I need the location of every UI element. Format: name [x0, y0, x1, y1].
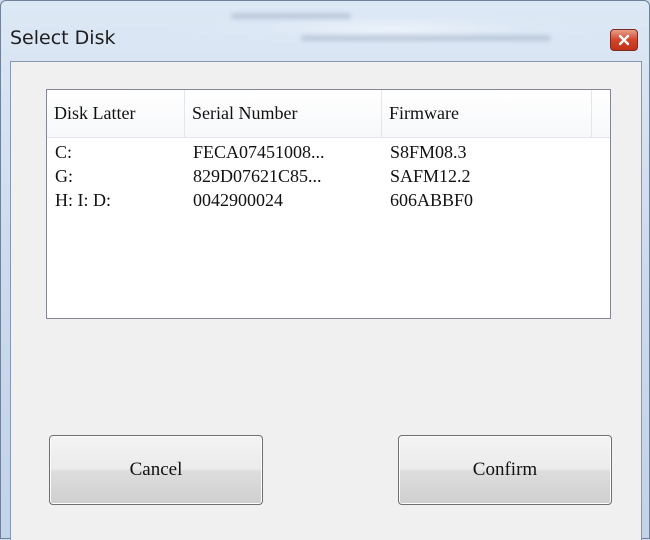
serial-number: FECA07451008... — [193, 142, 325, 162]
serial-number: 829D07621C85... — [193, 166, 322, 186]
disk-letter: H: I: D: — [55, 190, 111, 210]
firmware: S8FM08.3 — [390, 142, 467, 162]
firmware: 606ABBF0 — [390, 190, 474, 210]
dialog-title: Select Disk — [10, 27, 116, 49]
dialog-body: Disk Latter Serial Number Firmware C: FE… — [10, 61, 642, 540]
close-icon — [618, 34, 630, 46]
column-header-disk[interactable]: Disk Latter — [47, 90, 185, 137]
disk-letter: G: — [55, 166, 73, 186]
title-bar-blur — [301, 35, 551, 41]
list-item[interactable]: G: 829D07621C85... SAFM12.2 — [47, 164, 610, 188]
select-disk-dialog: Select Disk Disk Latter Serial Number Fi… — [0, 0, 650, 540]
firmware: SAFM12.2 — [390, 166, 471, 186]
column-header-firmware[interactable]: Firmware — [382, 90, 592, 137]
serial-number: 0042900024 — [193, 190, 283, 210]
list-header: Disk Latter Serial Number Firmware — [47, 90, 610, 138]
disk-letter: C: — [55, 142, 73, 162]
title-bar-blur — [231, 13, 351, 19]
column-header-serial[interactable]: Serial Number — [185, 90, 382, 137]
cancel-button[interactable]: Cancel — [49, 435, 263, 505]
list-item[interactable]: H: I: D: 0042900024 606ABBF0 — [47, 188, 610, 212]
confirm-button[interactable]: Confirm — [398, 435, 612, 505]
list-item[interactable]: C: FECA07451008... S8FM08.3 — [47, 140, 610, 164]
close-button[interactable] — [610, 29, 638, 51]
disk-list[interactable]: Disk Latter Serial Number Firmware C: FE… — [46, 89, 611, 319]
